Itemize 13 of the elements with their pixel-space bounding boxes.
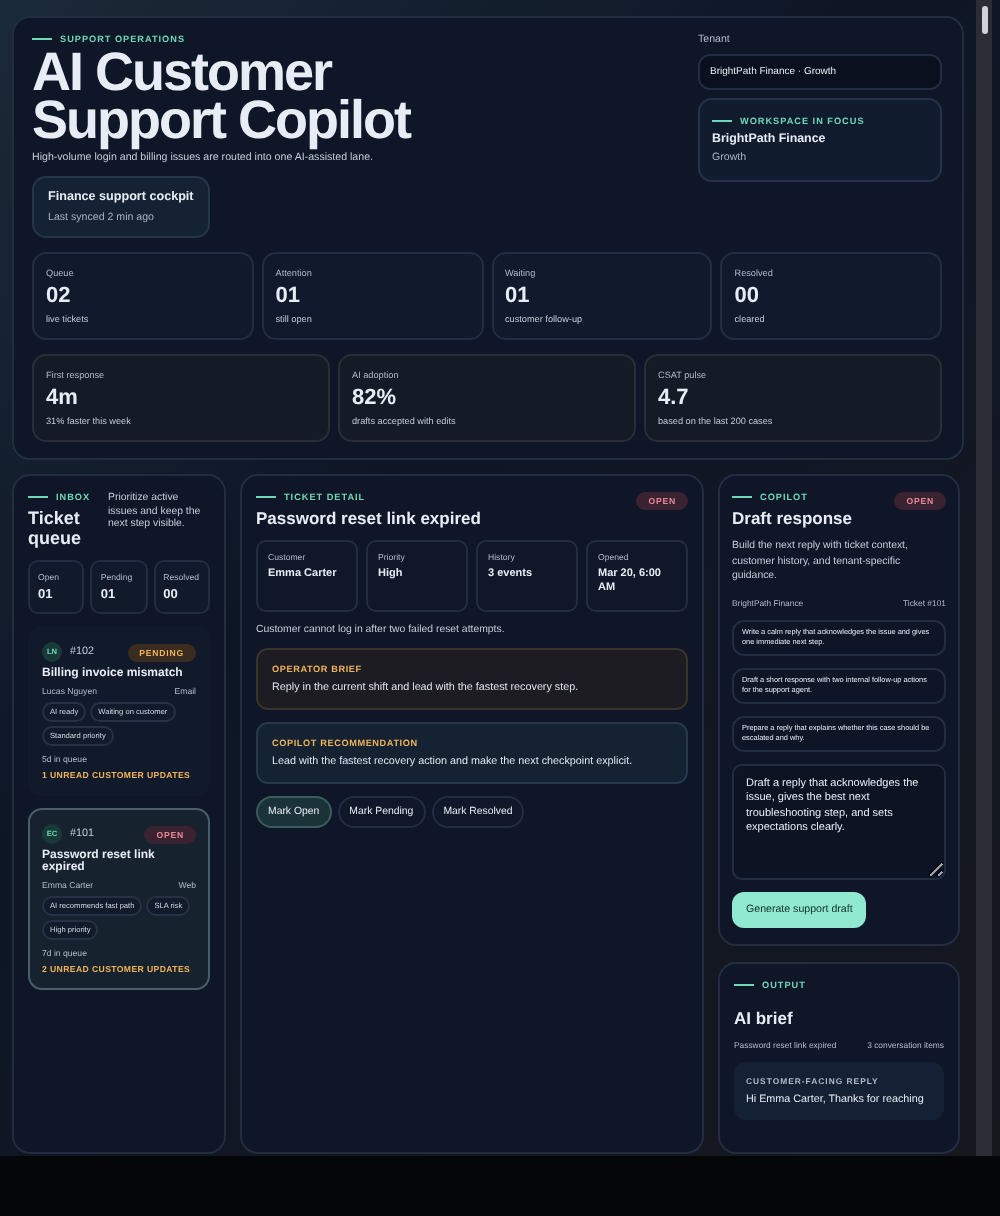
panel-title: Ticket queue xyxy=(28,508,84,548)
stat-value: 02 xyxy=(46,284,73,308)
scrollbar[interactable] xyxy=(976,0,992,1156)
stat-value: 4m xyxy=(46,386,80,410)
stat-value: 01 xyxy=(275,284,302,308)
stat-value: 82% xyxy=(352,386,399,410)
panel-title: AI brief xyxy=(734,1007,795,1027)
stat-value: 01 xyxy=(505,284,532,308)
panel-title: Draft response xyxy=(732,508,852,528)
page-title: AI Customer xyxy=(32,48,332,96)
stat-value: 4.7 xyxy=(658,386,691,410)
ticket-title: Password reset link expired xyxy=(256,508,481,528)
stat-value: 00 xyxy=(734,284,761,308)
